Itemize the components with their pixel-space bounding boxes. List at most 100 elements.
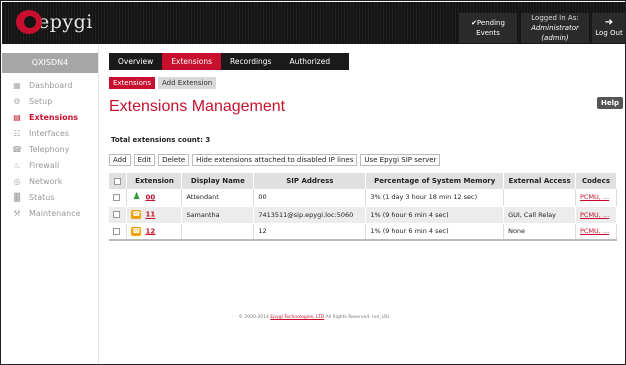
sub-tabs: Extensions Add Extension — [109, 77, 217, 89]
footer-prefix: © 2000-2014 — [238, 315, 269, 320]
display-name-cell: Samantha — [181, 206, 255, 224]
sidebar-item-telephony[interactable]: ☎ Telephony — [2, 141, 98, 157]
memory-cell: 3% (1 day 3 hour 18 min 12 sec) — [365, 189, 505, 207]
extensions-count: Total extensions count: 3 — [111, 136, 211, 144]
hide-extensions-attached-to-disabled-ip-lines-button[interactable]: Hide extensions attached to disabled IP … — [192, 154, 358, 166]
pending-events-button[interactable]: ✔Pending Events — [459, 13, 517, 43]
checkbox-icon — [113, 211, 120, 218]
footer: © 2000-2014 Epygi Technologies, LTD All … — [1, 315, 625, 320]
sidebar-item-label: Interfaces — [29, 128, 69, 138]
system-name: QXISDN4 — [2, 53, 98, 73]
checkbox-icon — [114, 177, 122, 185]
column-header[interactable]: SIP Address — [253, 173, 367, 189]
sidebar-item-label: Telephony — [29, 144, 70, 154]
codecs-link[interactable]: PCMU, ... — [580, 211, 609, 219]
sidebar-item-label: Setup — [29, 96, 53, 106]
column-header[interactable]: External Access — [503, 173, 576, 189]
table-body: ♟ 00 Attendant 00 3% (1 day 3 hour 18 min 12… — [109, 189, 618, 241]
sidebar-item-setup[interactable]: ⚙ Setup — [2, 93, 98, 109]
codecs-link[interactable]: PCMU, ... — [580, 227, 609, 235]
help-button[interactable]: Help — [597, 97, 624, 109]
extensions-table: Extension Display Name SIP Address Percenta… — [109, 173, 618, 241]
page-title: Extensions Management — [109, 98, 286, 115]
sidebar-item-label: Status — [29, 192, 55, 202]
extension-link[interactable]: 12 — [145, 227, 155, 235]
external-access-cell — [503, 189, 576, 207]
top-header: epygi ✔Pending Events Logged In As: Admi… — [2, 2, 625, 44]
add-button[interactable]: Add — [109, 154, 131, 166]
sidebar-item-extensions[interactable]: ▤ Extensions — [2, 109, 98, 125]
logout-label: Log Out — [595, 29, 623, 37]
tab-authorized-phones[interactable]: Authorized Phones — [280, 53, 349, 83]
sidebar-item-status[interactable]: ▓ Status — [2, 189, 98, 205]
sidebar-item-interfaces[interactable]: ☷ Interfaces — [2, 125, 98, 141]
subtab-extensions[interactable]: Extensions — [109, 77, 156, 89]
wrench-icon: ⚒ — [13, 208, 21, 218]
table-row[interactable]: ♟ 00 Attendant 00 3% (1 day 3 hour 18 min 12… — [109, 189, 618, 207]
sidebar-item-label: Firewall — [29, 160, 60, 170]
edit-button[interactable]: Edit — [133, 154, 156, 166]
subtab-add-extension[interactable]: Add Extension — [158, 77, 217, 89]
column-header[interactable]: Display Name — [181, 173, 255, 189]
codecs-cell: PCMU, ... — [575, 223, 618, 241]
sidebar-item-firewall[interactable]: ♨ Firewall — [2, 157, 98, 173]
external-access-cell: None — [503, 223, 576, 241]
logo-mark-icon — [16, 10, 42, 34]
footer-company-link[interactable]: Epygi Technologies, LTD — [270, 315, 324, 320]
tab-extensions[interactable]: Extensions — [162, 53, 222, 70]
pending-events-label: ✔Pending Events — [471, 19, 505, 37]
extension-link[interactable]: 11 — [145, 211, 155, 219]
attendant-icon: ♟ — [132, 191, 141, 202]
sip-address-cell: 7413511@sip.epygi.loc:5060 — [253, 206, 367, 224]
tab-overview[interactable]: Overview — [109, 53, 162, 70]
sidebar-item-maintenance[interactable]: ⚒ Maintenance — [2, 205, 98, 221]
display-name-cell — [181, 223, 255, 241]
checkbox-icon — [113, 227, 120, 235]
use-epygi-sip-server-button[interactable]: Use Epygi SIP server — [360, 154, 441, 166]
extension-cell: ♟ 00 — [126, 189, 183, 207]
sip-address-cell: 00 — [253, 189, 367, 207]
sidebar-item-label: Extensions — [29, 112, 79, 122]
app-window: epygi ✔Pending Events Logged In As: Admi… — [0, 0, 626, 365]
interfaces-icon: ☷ — [13, 128, 21, 138]
table-row[interactable]: ☎ 12 12 1% (9 hour 6 min 4 sec) None PCMU, ..… — [109, 223, 618, 241]
main-tabs: Overview Extensions Recordings Authorized P… — [109, 53, 349, 83]
sidebar-item-label: Maintenance — [29, 208, 81, 218]
logged-in-info: Logged In As: Administrator (admin) — [521, 13, 589, 43]
logo: epygi — [16, 10, 93, 34]
sidebar-item-dashboard[interactable]: ▦ Dashboard — [2, 77, 98, 93]
row-checkbox[interactable] — [109, 223, 128, 241]
codecs-cell: PCMU, ... — [575, 189, 618, 207]
row-checkbox[interactable] — [109, 189, 128, 207]
logout-button[interactable]: ➜ Log Out — [592, 13, 625, 43]
action-toolbar: Add Edit Delete Hide extensions attached to… — [109, 154, 441, 166]
column-header[interactable]: Extension — [126, 173, 183, 189]
external-access-cell: GUI, Call Relay — [503, 206, 576, 224]
table-header: Extension Display Name SIP Address Percenta… — [109, 173, 618, 189]
column-header[interactable]: Codecs — [575, 173, 618, 189]
table-row[interactable]: ☎ 11 Samantha 7413511@sip.epygi.loc:5060 1% … — [109, 206, 618, 224]
memory-cell: 1% (9 hour 6 min 4 sec) — [365, 223, 505, 241]
network-icon: ◎ — [13, 176, 21, 186]
logged-in-label: Logged In As: — [531, 14, 579, 22]
extension-cell: ☎ 12 — [126, 223, 183, 241]
extension-cell: ☎ 11 — [126, 206, 183, 224]
tab-recordings[interactable]: Recordings — [221, 53, 280, 70]
gear-icon: ⚙ — [13, 96, 21, 106]
extensions-icon: ▤ — [13, 112, 21, 122]
logo-text: epygi — [38, 11, 93, 33]
phone-icon: ☎ — [131, 226, 142, 236]
row-checkbox[interactable] — [109, 206, 128, 224]
sidebar-item-label: Network — [29, 176, 63, 186]
phone-icon: ☎ — [131, 210, 142, 219]
select-all-checkbox[interactable] — [109, 173, 128, 189]
footer-suffix: All Rights Reserved. (en_US) — [325, 315, 390, 320]
sidebar-item-network[interactable]: ◎ Network — [2, 173, 98, 189]
display-name-cell: Attendant — [181, 189, 255, 207]
column-header[interactable]: Percentage of System Memory — [365, 173, 505, 189]
sip-address-cell: 12 — [253, 223, 367, 241]
phone-icon: ☎ — [12, 144, 22, 154]
extension-link[interactable]: 00 — [145, 193, 155, 201]
delete-button[interactable]: Delete — [158, 154, 190, 166]
codecs-link[interactable]: PCMU, ... — [580, 193, 609, 201]
